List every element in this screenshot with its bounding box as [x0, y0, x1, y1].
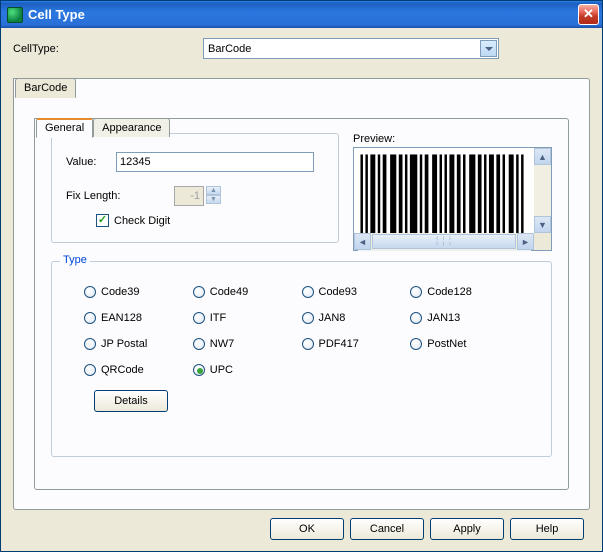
- radio-dot-icon: [302, 312, 314, 324]
- radio-label: JAN13: [427, 312, 460, 324]
- radio-label: Code39: [101, 286, 140, 298]
- radio-jppostal[interactable]: JP Postal: [84, 338, 193, 350]
- radio-label: Code128: [427, 286, 472, 298]
- titlebar: Cell Type ✕: [1, 1, 602, 28]
- radio-jan8[interactable]: JAN8: [302, 312, 411, 324]
- tab-barcode[interactable]: BarCode: [15, 78, 76, 98]
- radio-label: ITF: [210, 312, 227, 324]
- radio-itf[interactable]: ITF: [193, 312, 302, 324]
- radio-dot-icon: [193, 338, 205, 350]
- scroll-up-icon[interactable]: ▲: [534, 148, 551, 165]
- preview-vscroll[interactable]: ▲ ▼: [534, 148, 551, 233]
- radio-dot-icon: [193, 364, 205, 376]
- fixlength-label: Fix Length:: [66, 190, 174, 202]
- radio-label: UPC: [210, 364, 233, 376]
- radio-code128[interactable]: Code128: [410, 286, 519, 298]
- radio-label: Code49: [210, 286, 249, 298]
- window-title: Cell Type: [28, 7, 578, 22]
- spinner-down-icon: ▼: [206, 195, 221, 204]
- celltype-selected: BarCode: [208, 43, 479, 55]
- radio-nw7[interactable]: NW7: [193, 338, 302, 350]
- radio-postnet[interactable]: PostNet: [410, 338, 519, 350]
- preview-label: Preview:: [353, 133, 552, 145]
- help-button[interactable]: Help: [510, 518, 584, 540]
- spinner-up-icon: ▲: [206, 186, 221, 195]
- tab-appearance[interactable]: Appearance: [93, 118, 170, 137]
- radio-dot-icon: [410, 286, 422, 298]
- celltype-label: CellType:: [13, 43, 203, 55]
- scroll-down-icon[interactable]: ▼: [534, 216, 551, 233]
- radio-dot-icon: [84, 338, 96, 350]
- barcode-value-group: BarCode Value Value: Fix Length:: [51, 133, 339, 243]
- value-label: Value:: [66, 156, 116, 168]
- type-legend: Type: [60, 254, 90, 266]
- radio-label: Code93: [319, 286, 358, 298]
- details-button[interactable]: Details: [94, 390, 168, 412]
- radio-jan13[interactable]: JAN13: [410, 312, 519, 324]
- radio-label: JP Postal: [101, 338, 147, 350]
- ok-button[interactable]: OK: [270, 518, 344, 540]
- cancel-button[interactable]: Cancel: [350, 518, 424, 540]
- celltype-dropdown[interactable]: BarCode: [203, 38, 499, 59]
- type-group: Type Code39Code49Code93Code128EAN128ITFJ…: [51, 261, 552, 457]
- value-input[interactable]: [116, 152, 314, 172]
- scroll-thumb[interactable]: ╎╎╎: [372, 234, 516, 249]
- close-icon[interactable]: ✕: [578, 4, 599, 25]
- radio-label: PDF417: [319, 338, 359, 350]
- radio-dot-icon: [410, 338, 422, 350]
- radio-label: JAN8: [319, 312, 346, 324]
- radio-code93[interactable]: Code93: [302, 286, 411, 298]
- radio-upc[interactable]: UPC: [193, 364, 302, 376]
- radio-dot-icon: [84, 364, 96, 376]
- preview-hscroll[interactable]: ◄ ╎╎╎ ►: [354, 233, 534, 250]
- chevron-down-icon[interactable]: [480, 40, 497, 57]
- radio-label: PostNet: [427, 338, 466, 350]
- radio-pdf417[interactable]: PDF417: [302, 338, 411, 350]
- radio-dot-icon: [193, 312, 205, 324]
- fixlength-stepper: ▲ ▼: [174, 186, 221, 206]
- radio-qrcode[interactable]: QRCode: [84, 364, 193, 376]
- scroll-left-icon[interactable]: ◄: [354, 233, 371, 250]
- radio-dot-icon: [302, 286, 314, 298]
- checkdigit-label: Check Digit: [114, 215, 170, 227]
- scroll-corner: [534, 233, 551, 250]
- app-icon: [7, 7, 23, 23]
- checkdigit-checkbox[interactable]: ✓: [96, 214, 109, 227]
- radio-dot-icon: [84, 286, 96, 298]
- radio-label: NW7: [210, 338, 234, 350]
- radio-ean128[interactable]: EAN128: [84, 312, 193, 324]
- radio-dot-icon: [302, 338, 314, 350]
- radio-code49[interactable]: Code49: [193, 286, 302, 298]
- radio-dot-icon: [193, 286, 205, 298]
- radio-label: EAN128: [101, 312, 142, 324]
- fixlength-field: [174, 186, 204, 206]
- radio-label: QRCode: [101, 364, 144, 376]
- radio-dot-icon: [410, 312, 422, 324]
- radio-code39[interactable]: Code39: [84, 286, 193, 298]
- tab-general[interactable]: General: [36, 118, 93, 138]
- radio-dot-icon: [84, 312, 96, 324]
- preview-box: ▲ ▼ ◄ ╎╎╎ ►: [353, 147, 552, 251]
- scroll-right-icon[interactable]: ►: [517, 233, 534, 250]
- apply-button[interactable]: Apply: [430, 518, 504, 540]
